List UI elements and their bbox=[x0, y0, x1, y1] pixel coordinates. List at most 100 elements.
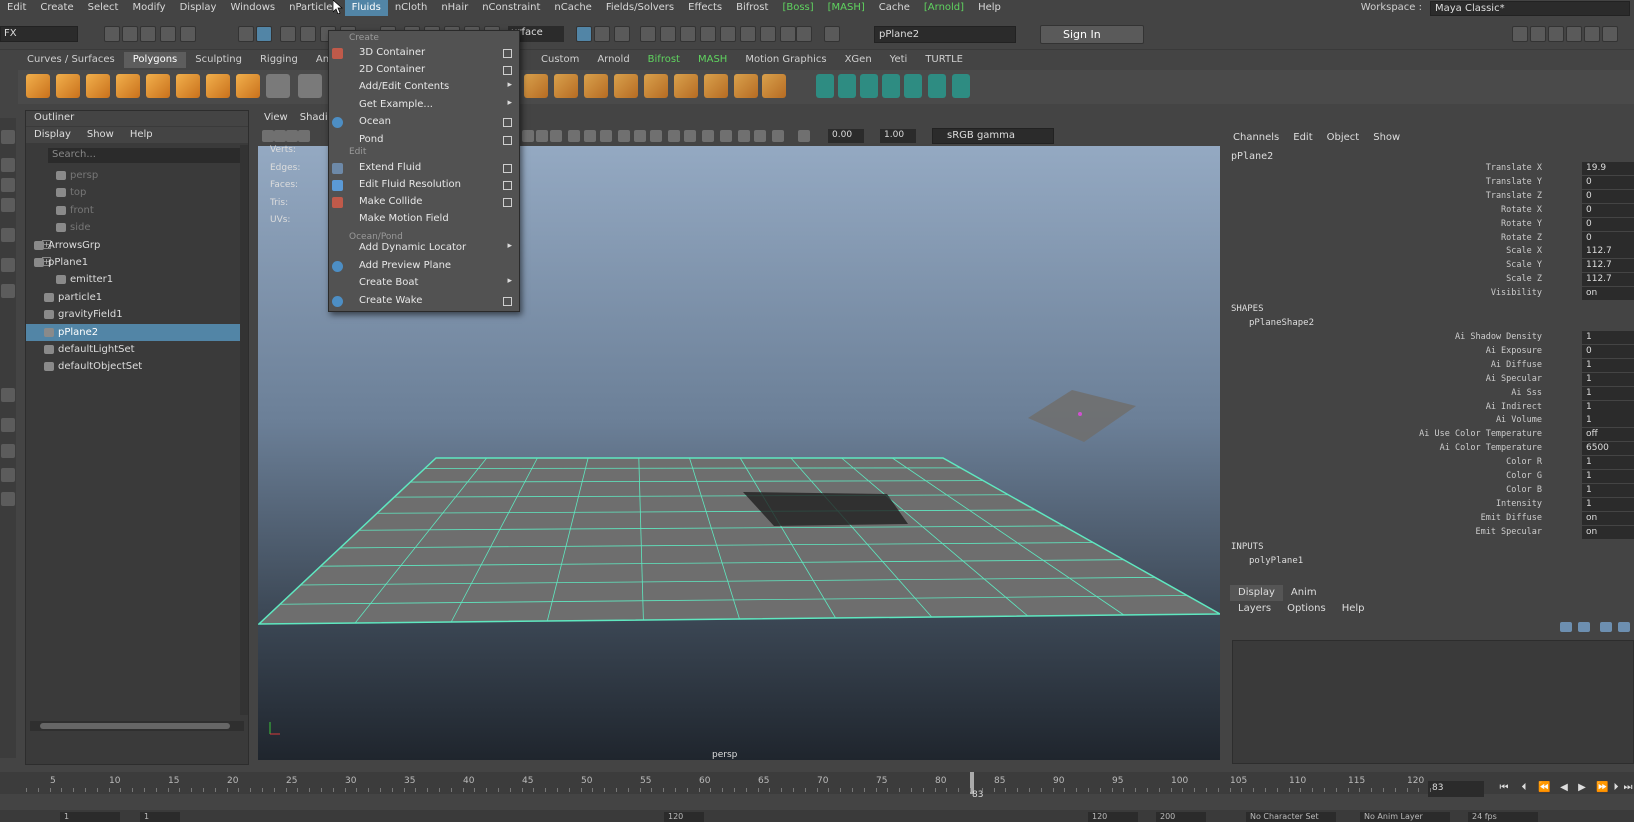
option-box-icon[interactable] bbox=[503, 297, 512, 306]
shelf-tab-curves-surfaces[interactable]: Curves / Surfaces bbox=[18, 52, 124, 68]
status-tool-button[interactable] bbox=[238, 26, 254, 42]
toolbox-tool-icon[interactable] bbox=[1, 444, 15, 458]
status-tool-button[interactable] bbox=[140, 26, 156, 42]
shelf-polygon-tool-icon[interactable] bbox=[146, 74, 170, 98]
shelf-tab-sculpting[interactable]: Sculpting bbox=[186, 52, 251, 68]
menu-edit[interactable]: Edit bbox=[0, 0, 33, 16]
range-end-handle[interactable]: 120 bbox=[664, 812, 704, 822]
status-tool-button[interactable] bbox=[796, 26, 812, 42]
channel-value-field[interactable]: on bbox=[1582, 525, 1634, 539]
menu-create[interactable]: Create bbox=[33, 0, 80, 16]
status-tool-button[interactable] bbox=[720, 26, 736, 42]
shelf-tool-icon[interactable] bbox=[614, 74, 638, 98]
panel-toggle-button[interactable] bbox=[1548, 26, 1564, 42]
channel-menu-channels[interactable]: Channels bbox=[1226, 130, 1286, 146]
viewport-toolbar-icon[interactable] bbox=[772, 130, 784, 142]
color-space-select[interactable]: sRGB gamma bbox=[932, 128, 1054, 144]
current-frame-field[interactable]: 83 bbox=[1428, 781, 1484, 797]
start-frame-field[interactable]: 1 bbox=[60, 812, 120, 822]
status-tool-button[interactable] bbox=[256, 26, 272, 42]
object-name-field[interactable]: pPlane2 bbox=[874, 26, 1016, 43]
channel-value-field[interactable]: 19.9 bbox=[1582, 162, 1634, 175]
shelf-polygon-tool-icon[interactable] bbox=[86, 74, 110, 98]
playback-button-icon[interactable]: ⏩ bbox=[1596, 782, 1608, 794]
fluids-menu-item-add-dynamic-locator[interactable]: Add Dynamic Locator ▸ bbox=[329, 240, 519, 257]
channel-rotate-x[interactable]: Rotate X 0 bbox=[1226, 203, 1634, 218]
channel-value-field[interactable]: 0 bbox=[1582, 189, 1634, 203]
channel-value-field[interactable]: 0 bbox=[1582, 231, 1634, 245]
outliner-row-top[interactable]: top bbox=[26, 184, 240, 201]
channel-menu-show[interactable]: Show bbox=[1366, 130, 1407, 146]
channel-value-field[interactable]: 1 bbox=[1582, 372, 1634, 386]
viewport-toolbar-icon[interactable] bbox=[798, 130, 810, 142]
channel-ai-color-temperature[interactable]: Ai Color Temperature 6500 bbox=[1226, 442, 1634, 456]
outliner-scroll-thumb[interactable] bbox=[40, 723, 230, 729]
shelf-tool-icon[interactable] bbox=[762, 74, 786, 98]
menu-fields-solvers[interactable]: Fields/Solvers bbox=[599, 0, 681, 16]
shelf-polygon-tool-icon[interactable] bbox=[206, 74, 230, 98]
layer-action-icon[interactable] bbox=[1578, 622, 1590, 632]
shelf-tab-arnold[interactable]: Arnold bbox=[588, 52, 638, 68]
fluids-menu-item-edit-fluid-resolution[interactable]: Edit Fluid Resolution bbox=[329, 177, 519, 194]
option-box-icon[interactable] bbox=[503, 181, 512, 190]
sign-in-button[interactable]: Sign In bbox=[1040, 25, 1144, 44]
toolbox-tool-icon[interactable] bbox=[1, 198, 15, 212]
layer-list[interactable] bbox=[1232, 640, 1634, 764]
menu-modify[interactable]: Modify bbox=[125, 0, 172, 16]
floating-plane[interactable] bbox=[1028, 390, 1136, 442]
shelf-tab-polygons[interactable]: Polygons bbox=[123, 52, 187, 68]
channel-value-field[interactable]: on bbox=[1582, 287, 1634, 301]
shelf-mash-tool-icon[interactable] bbox=[952, 74, 970, 98]
channel-value-field[interactable]: 1 bbox=[1582, 497, 1634, 511]
outliner-menu-show[interactable]: Show bbox=[79, 127, 122, 143]
shelf-polygon-tool-icon[interactable] bbox=[26, 74, 50, 98]
shelf-tab-custom[interactable]: Custom bbox=[532, 52, 588, 68]
channel-menu-object[interactable]: Object bbox=[1320, 130, 1367, 146]
viewport-toolbar-icon[interactable] bbox=[536, 130, 548, 142]
channel-value-field[interactable]: 1 bbox=[1582, 456, 1634, 470]
channel-visibility[interactable]: Visibility on bbox=[1226, 287, 1634, 301]
outliner-row-gravityfield1[interactable]: gravityField1 bbox=[26, 306, 240, 323]
fluids-menu-item-get-example[interactable]: Get Example... ▸ bbox=[329, 97, 519, 114]
shelf-tool-icon[interactable] bbox=[734, 74, 758, 98]
outliner-row-pplane1[interactable]: + pPlane1 bbox=[26, 254, 240, 271]
shelf-tab-turtle[interactable]: TURTLE bbox=[916, 52, 972, 68]
range-start-handle[interactable]: 1 bbox=[140, 812, 180, 822]
menu-cache[interactable]: Cache bbox=[872, 0, 917, 16]
fluids-menu-item-create-wake[interactable]: Create Wake bbox=[329, 293, 519, 310]
toolbox-tool-icon[interactable] bbox=[1, 284, 15, 298]
panel-toggle-button[interactable] bbox=[1530, 26, 1546, 42]
end-frame-field[interactable]: 120 bbox=[1088, 812, 1138, 822]
outliner-row-emitter1[interactable]: emitter1 bbox=[26, 271, 240, 288]
shelf-polygon-tool-icon[interactable] bbox=[176, 74, 200, 98]
playback-button-icon[interactable]: ⏪ bbox=[1538, 782, 1550, 794]
menu-ncache[interactable]: nCache bbox=[547, 0, 598, 16]
channel-scale-z[interactable]: Scale Z 112.7 bbox=[1226, 273, 1634, 287]
shape-node-name[interactable]: pPlaneShape2 bbox=[1249, 318, 1314, 328]
menu-ncloth[interactable]: nCloth bbox=[388, 0, 434, 16]
status-tool-button[interactable] bbox=[680, 26, 696, 42]
fluids-menu-item-make-collide[interactable]: Make Collide bbox=[329, 194, 519, 211]
outliner-row-defaultobjectset[interactable]: defaultObjectSet bbox=[26, 358, 240, 375]
channel-translate-z[interactable]: Translate Z 0 bbox=[1226, 189, 1634, 204]
fluids-menu-item-add-preview-plane[interactable]: Add Preview Plane bbox=[329, 258, 519, 275]
character-set-select[interactable]: No Character Set bbox=[1246, 812, 1336, 822]
channel-intensity[interactable]: Intensity 1 bbox=[1226, 497, 1634, 512]
channel-translate-y[interactable]: Translate Y 0 bbox=[1226, 175, 1634, 190]
status-tool-button[interactable] bbox=[122, 26, 138, 42]
channel-ai-sss[interactable]: Ai Sss 1 bbox=[1226, 386, 1634, 401]
fluids-menu-item-3d-container[interactable]: 3D Container bbox=[329, 45, 519, 62]
channel-value-field[interactable]: 1 bbox=[1582, 414, 1634, 428]
fluids-menu-item-create-boat[interactable]: Create Boat ▸ bbox=[329, 275, 519, 292]
viewport-toolbar-icon[interactable] bbox=[262, 130, 274, 142]
outliner-row-defaultlightset[interactable]: defaultLightSet bbox=[26, 341, 240, 358]
viewport-toolbar-icon[interactable] bbox=[754, 130, 766, 142]
outliner-row-side[interactable]: side bbox=[26, 219, 240, 236]
channel-menu-edit[interactable]: Edit bbox=[1286, 130, 1319, 146]
status-tool-button[interactable] bbox=[660, 26, 676, 42]
viewport-toolbar-icon[interactable] bbox=[720, 130, 732, 142]
channel-value-field[interactable]: on bbox=[1582, 511, 1634, 525]
menu-fluids[interactable]: Fluids bbox=[344, 0, 388, 16]
shelf-tool-icon[interactable] bbox=[554, 74, 578, 98]
channel-value-field[interactable]: 1 bbox=[1582, 386, 1634, 400]
